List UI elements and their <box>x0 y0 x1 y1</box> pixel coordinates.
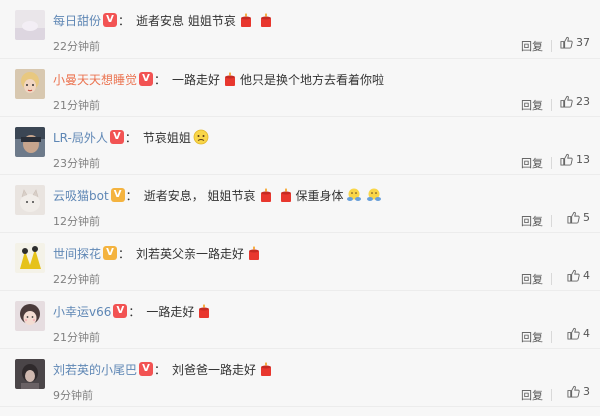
candle-emoji-icon <box>240 13 251 27</box>
colon: ： <box>118 246 131 261</box>
comment-list: 每日甜份 V ： 逝者安息 姐姐节哀 22分钟前 回复 37 小曼天天想睡觉 V… <box>0 0 600 407</box>
avatar[interactable] <box>15 185 45 215</box>
username[interactable]: 每日甜份 <box>53 12 101 29</box>
colon: ： <box>154 362 167 377</box>
comment-text: 逝者安息， 姐姐节哀 <box>143 188 256 203</box>
thumbs-up-icon <box>560 36 573 49</box>
hug-emoji-icon <box>366 188 381 201</box>
like-count: 3 <box>583 385 590 398</box>
username[interactable]: LR-局外人 <box>53 129 108 146</box>
comment-text-continued: 保重身体 <box>295 188 344 203</box>
divider <box>551 389 552 401</box>
avatar[interactable] <box>15 243 45 273</box>
comment-text: 一路走好 <box>146 304 195 319</box>
like-count: 13 <box>576 153 590 166</box>
thumbs-up-icon <box>560 95 573 108</box>
divider <box>551 273 552 285</box>
timestamp: 21分钟前 <box>53 331 100 344</box>
like-button[interactable]: 5 <box>567 211 590 224</box>
verified-badge-icon: V <box>113 304 128 318</box>
candle-emoji-icon <box>199 304 210 318</box>
verified-badge-icon: V <box>110 188 125 202</box>
comment-item: 刘若英的小尾巴 V ： 刘爸爸一路走好 9分钟前 回复 3 <box>0 349 600 407</box>
timestamp: 22分钟前 <box>53 273 100 286</box>
username[interactable]: 刘若英的小尾巴 <box>53 361 137 378</box>
comment-text-continued: 他只是换个地方去看着你啦 <box>240 72 385 87</box>
candle-emoji-icon <box>261 362 272 376</box>
timestamp: 9分钟前 <box>53 389 93 402</box>
candle-emoji-icon <box>225 72 236 86</box>
comment-item: 小幸运v66 V ： 一路走好 21分钟前 回复 4 <box>0 291 600 349</box>
candle-emoji-icon <box>260 188 271 202</box>
candle-emoji-icon <box>249 246 260 260</box>
like-button[interactable]: 37 <box>560 36 590 49</box>
like-count: 37 <box>576 36 590 49</box>
colon: ： <box>125 188 138 203</box>
like-button[interactable]: 23 <box>560 95 590 108</box>
comment-text: 逝者安息 姐姐节哀 <box>136 13 236 28</box>
reply-button[interactable]: 回复 <box>521 387 543 403</box>
colon: ： <box>128 304 141 319</box>
like-count: 4 <box>583 327 590 340</box>
colon: ： <box>154 72 167 87</box>
thumbs-up-icon <box>567 327 580 340</box>
divider <box>551 331 552 343</box>
username[interactable]: 云吸猫bot <box>53 187 109 204</box>
hug-emoji-icon <box>346 188 361 201</box>
avatar[interactable] <box>15 359 45 389</box>
sad-face-emoji-icon <box>193 129 209 145</box>
username[interactable]: 小曼天天想睡觉 <box>53 71 137 88</box>
timestamp: 12分钟前 <box>53 215 100 228</box>
divider <box>551 215 552 227</box>
like-count: 23 <box>576 95 590 108</box>
timestamp: 23分钟前 <box>53 157 100 170</box>
comment-item: 小曼天天想睡觉 V ： 一路走好 他只是换个地方去看着你啦 21分钟前 回复 2… <box>0 59 600 117</box>
avatar[interactable] <box>15 69 45 99</box>
reply-button[interactable]: 回复 <box>521 329 543 345</box>
colon: ： <box>124 130 137 145</box>
thumbs-up-icon <box>567 385 580 398</box>
avatar[interactable] <box>15 10 45 40</box>
comment-text: 刘爸爸一路走好 <box>172 362 257 377</box>
like-button[interactable]: 4 <box>567 327 590 340</box>
like-count: 4 <box>583 269 590 282</box>
comment-item: LR-局外人 V ： 节哀姐姐 23分钟前 回复 13 <box>0 117 600 175</box>
verified-badge-icon: V <box>103 13 118 27</box>
reply-button[interactable]: 回复 <box>521 155 543 171</box>
like-button[interactable]: 13 <box>560 153 590 166</box>
verified-badge-icon: V <box>139 72 154 86</box>
reply-button[interactable]: 回复 <box>521 271 543 287</box>
comment-text: 刘若英父亲一路走好 <box>136 246 245 261</box>
comment-text: 节哀姐姐 <box>142 130 191 145</box>
like-button[interactable]: 3 <box>567 385 590 398</box>
timestamp: 21分钟前 <box>53 99 100 112</box>
verified-badge-icon: V <box>103 246 118 260</box>
divider <box>551 99 552 111</box>
like-count: 5 <box>583 211 590 224</box>
username[interactable]: 小幸运v66 <box>53 303 111 320</box>
divider <box>551 40 552 52</box>
comment-item: 每日甜份 V ： 逝者安息 姐姐节哀 22分钟前 回复 37 <box>0 0 600 59</box>
verified-badge-icon: V <box>139 362 154 376</box>
reply-button[interactable]: 回复 <box>521 38 543 54</box>
reply-button[interactable]: 回复 <box>521 97 543 113</box>
thumbs-up-icon <box>567 269 580 282</box>
candle-emoji-icon <box>260 13 271 27</box>
thumbs-up-icon <box>560 153 573 166</box>
verified-badge-icon: V <box>109 130 124 144</box>
colon: ： <box>118 13 131 28</box>
avatar[interactable] <box>15 301 45 331</box>
divider <box>551 157 552 169</box>
comment-item: 云吸猫bot V ： 逝者安息， 姐姐节哀 保重身体 12分钟前 回复 5 <box>0 175 600 233</box>
avatar[interactable] <box>15 127 45 157</box>
like-button[interactable]: 4 <box>567 269 590 282</box>
comment-item: 世间探花 V ： 刘若英父亲一路走好 22分钟前 回复 4 <box>0 233 600 291</box>
reply-button[interactable]: 回复 <box>521 213 543 229</box>
username[interactable]: 世间探花 <box>53 245 101 262</box>
timestamp: 22分钟前 <box>53 40 100 53</box>
thumbs-up-icon <box>567 211 580 224</box>
candle-emoji-icon <box>280 188 291 202</box>
comment-text: 一路走好 <box>172 72 221 87</box>
